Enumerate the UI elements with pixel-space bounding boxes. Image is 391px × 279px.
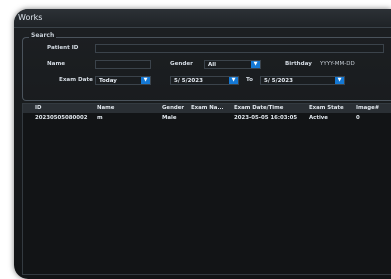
- column-header-id[interactable]: ID: [35, 105, 41, 111]
- name-input[interactable]: [95, 60, 151, 69]
- cell-image-count: 0: [356, 115, 360, 121]
- cell-exam-state: Active: [309, 115, 328, 121]
- exam-date-label: Exam Date: [59, 77, 93, 83]
- chevron-down-icon[interactable]: ▼: [335, 77, 344, 84]
- column-header-image-count[interactable]: Image#: [356, 105, 379, 111]
- name-label: Name: [47, 61, 66, 67]
- birthday-label: Birthday: [285, 61, 312, 67]
- to-label: To: [246, 77, 253, 83]
- table-header: ID Name Gender Exam Na... Exam Date/Time…: [23, 104, 391, 113]
- date-to-picker[interactable]: 5/ 5/2023 ▼: [260, 76, 345, 85]
- column-header-exam-name[interactable]: Exam Na...: [191, 105, 224, 111]
- gender-label: Gender: [170, 61, 193, 67]
- gender-value: All: [208, 62, 217, 68]
- date-to-value: 5/ 5/2023: [264, 78, 293, 84]
- exam-date-select[interactable]: Today ▼: [95, 76, 151, 85]
- column-header-gender[interactable]: Gender: [162, 105, 184, 111]
- patient-id-input[interactable]: [95, 44, 384, 53]
- exam-date-value: Today: [99, 78, 117, 84]
- chevron-down-icon[interactable]: ▼: [141, 77, 150, 84]
- chevron-down-icon[interactable]: ▼: [251, 61, 260, 68]
- date-from-value: 5/ 5/2023: [174, 78, 203, 84]
- column-header-exam-state[interactable]: Exam State: [309, 105, 344, 111]
- gender-select[interactable]: All ▼: [204, 60, 261, 69]
- column-header-exam-date-time[interactable]: Exam Date/Time: [234, 105, 283, 111]
- patient-id-label: Patient ID: [47, 45, 79, 51]
- chevron-down-icon[interactable]: ▼: [229, 77, 238, 84]
- column-header-name[interactable]: Name: [97, 105, 114, 111]
- works-table: ID Name Gender Exam Na... Exam Date/Time…: [22, 103, 391, 275]
- window-title: Works: [14, 9, 391, 28]
- cell-gender: Male: [162, 115, 177, 121]
- cell-exam-date-time: 2023-05-05 16:03:05: [234, 115, 298, 121]
- date-from-picker[interactable]: 5/ 5/2023 ▼: [170, 76, 239, 85]
- search-panel: Search Patient ID Name Gender All ▼ Birt…: [22, 32, 391, 101]
- works-window: Works Search Patient ID Name Gender All …: [14, 9, 391, 279]
- cell-name: m: [97, 115, 103, 121]
- cell-id: 20230505080002: [35, 115, 88, 121]
- birthday-input[interactable]: YYYY-MM-DD: [320, 61, 355, 67]
- search-legend: Search: [29, 32, 57, 39]
